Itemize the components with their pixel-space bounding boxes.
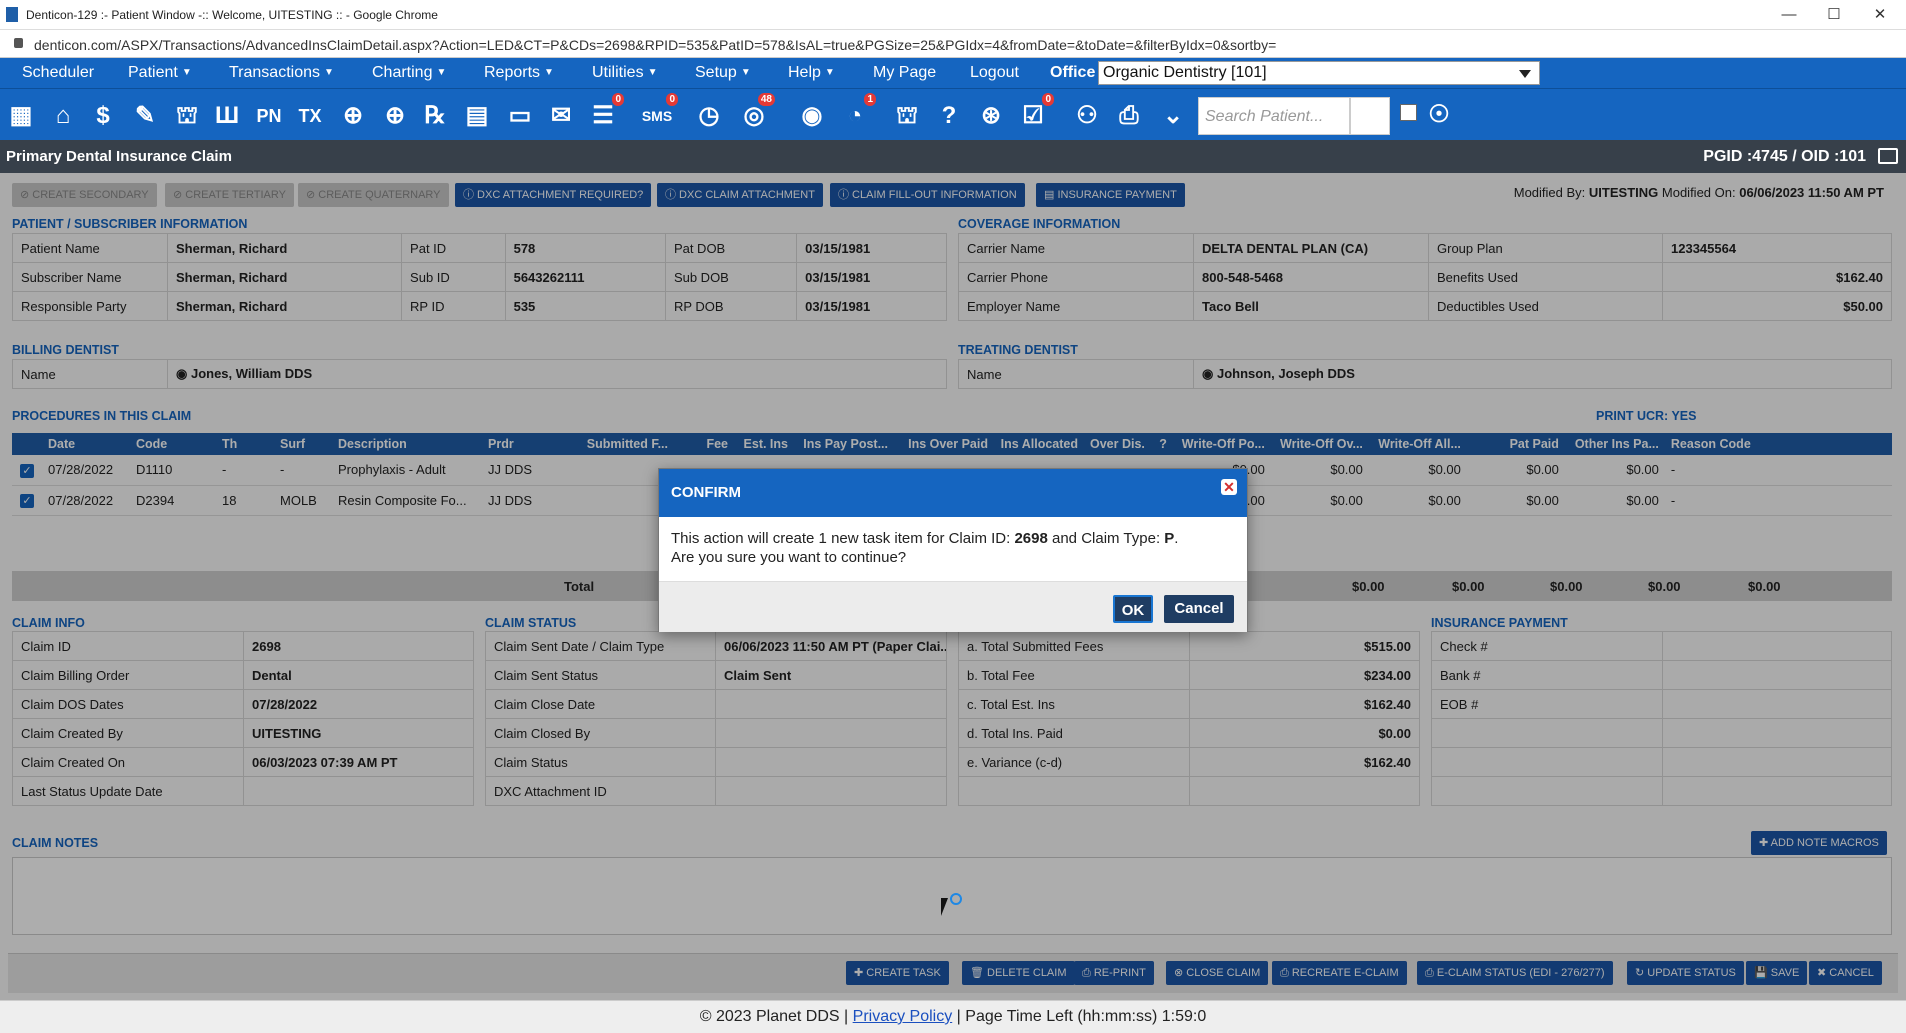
rx-icon[interactable]: ℞: [418, 99, 452, 133]
mouse-cursor-icon: [941, 898, 948, 916]
tooth-help-icon[interactable]: ?: [932, 99, 966, 133]
menu-logout[interactable]: Logout: [970, 64, 1019, 82]
page-title: Primary Dental Insurance Claim: [6, 148, 232, 165]
office-label: Office: [1050, 64, 1096, 81]
minimize-button[interactable]: —: [1767, 3, 1811, 27]
tooth-root-icon[interactable]: Ш: [210, 99, 244, 133]
toolbar-checkbox[interactable]: [1400, 104, 1417, 121]
alert-badge: 1: [864, 93, 876, 106]
note-icon[interactable]: ▤: [460, 99, 494, 133]
cancel-dialog-button[interactable]: Cancel: [1164, 595, 1234, 623]
page-footer: © 2023 Planet DDS | Privacy Policy | Pag…: [0, 1000, 1906, 1033]
menu-scheduler[interactable]: Scheduler: [22, 64, 94, 82]
menu-my-page[interactable]: My Page: [873, 64, 936, 82]
patient-search-button[interactable]: [1350, 97, 1390, 135]
tx-icon[interactable]: TX: [293, 99, 327, 133]
maximize-button[interactable]: ☐: [1812, 3, 1856, 27]
window-title: Denticon-129 :- Patient Window -:: Welco…: [26, 8, 438, 22]
chevron-icon[interactable]: ⌄: [1156, 99, 1190, 133]
privacy-policy-link[interactable]: Privacy Policy: [853, 1008, 953, 1025]
main-menu: Scheduler Patient ▼ Transactions ▼ Chartin…: [0, 58, 1906, 88]
calendar-icon[interactable]: ▦: [4, 99, 38, 133]
print-icon[interactable]: ⎙: [1112, 99, 1146, 133]
home-icon[interactable]: ⌂: [46, 99, 80, 133]
family-icon[interactable]: ⚇: [1070, 99, 1104, 133]
page-header: Primary Dental Insurance Claim PGID :474…: [0, 140, 1906, 173]
print-icon[interactable]: [1878, 148, 1898, 164]
url-text[interactable]: denticon.com/ASPX/Transactions/AdvancedI…: [34, 37, 1276, 53]
dialog-title: CONFIRM: [659, 469, 1247, 517]
menu-charting[interactable]: Charting ▼: [372, 64, 446, 82]
menu-patient[interactable]: Patient ▼: [128, 64, 192, 82]
sms-icon[interactable]: SMS 0: [640, 93, 678, 133]
office-select[interactable]: Organic Dentistry [101]: [1098, 61, 1540, 85]
pen-icon[interactable]: ✎: [128, 99, 162, 133]
support-icon[interactable]: ◉: [795, 99, 829, 133]
clock-icon[interactable]: ◷: [692, 99, 726, 133]
pn-icon[interactable]: PN: [252, 99, 286, 133]
menu-utilities[interactable]: Utilities ▼: [592, 64, 657, 82]
loading-spinner-icon: [950, 893, 962, 905]
forms-icon[interactable]: ☑ 0: [1016, 93, 1054, 133]
menu-setup[interactable]: Setup ▼: [695, 64, 751, 82]
find-patient-icon[interactable]: ☉: [1422, 98, 1456, 132]
dialog-footer: OK Cancel: [659, 581, 1247, 632]
close-window-button[interactable]: ✕: [1858, 3, 1902, 27]
mail-icon[interactable]: ✉: [544, 99, 578, 133]
globe-icon[interactable]: ⊛: [974, 99, 1008, 133]
ok-button[interactable]: OK: [1113, 595, 1153, 623]
close-icon[interactable]: ✕: [1221, 479, 1237, 495]
web-badge: 48: [757, 93, 775, 106]
add-patient-icon[interactable]: ⊕: [336, 99, 370, 133]
menu-help[interactable]: Help ▼: [788, 64, 835, 82]
chat-badge: 0: [612, 93, 624, 106]
menu-transactions[interactable]: Transactions ▼: [229, 64, 334, 82]
web-icon[interactable]: ◎ 48: [737, 93, 775, 133]
document-icon[interactable]: ▭: [503, 99, 537, 133]
menu-reports[interactable]: Reports ▼: [484, 64, 554, 82]
sms-badge: 0: [666, 93, 678, 106]
pgid-label: PGID :4745 / OID :101: [1703, 148, 1866, 165]
tooth-chart-icon[interactable]: ⛫: [890, 99, 924, 133]
forms-badge: 0: [1042, 93, 1054, 106]
app-logo-icon: [6, 7, 18, 22]
chevron-down-icon: [1519, 70, 1531, 78]
chat-icon[interactable]: ☰ 0: [586, 93, 624, 133]
dollar-icon[interactable]: $: [86, 99, 120, 133]
add-family-icon[interactable]: ⊕: [378, 99, 412, 133]
confirm-dialog: CONFIRM ✕ This action will create 1 new …: [658, 468, 1248, 632]
lock-icon: [14, 38, 23, 48]
tooth-icon[interactable]: ⛫: [170, 99, 204, 133]
patient-search-input[interactable]: Search Patient...: [1198, 97, 1350, 135]
address-bar[interactable]: denticon.com/ASPX/Transactions/AdvancedI…: [0, 30, 1906, 58]
alert-icon[interactable]: ◔ 1: [838, 93, 876, 133]
browser-title-bar: Denticon-129 :- Patient Window -:: Welco…: [0, 0, 1906, 30]
dialog-message: This action will create 1 new task item …: [671, 530, 1179, 566]
icon-toolbar: ▦ ⌂ $ ✎ ⛫ Ш PN TX ⊕ ⊕ ℞ ▤ ▭ ✉ ☰ 0 SMS 0 ◷ …: [0, 88, 1906, 140]
